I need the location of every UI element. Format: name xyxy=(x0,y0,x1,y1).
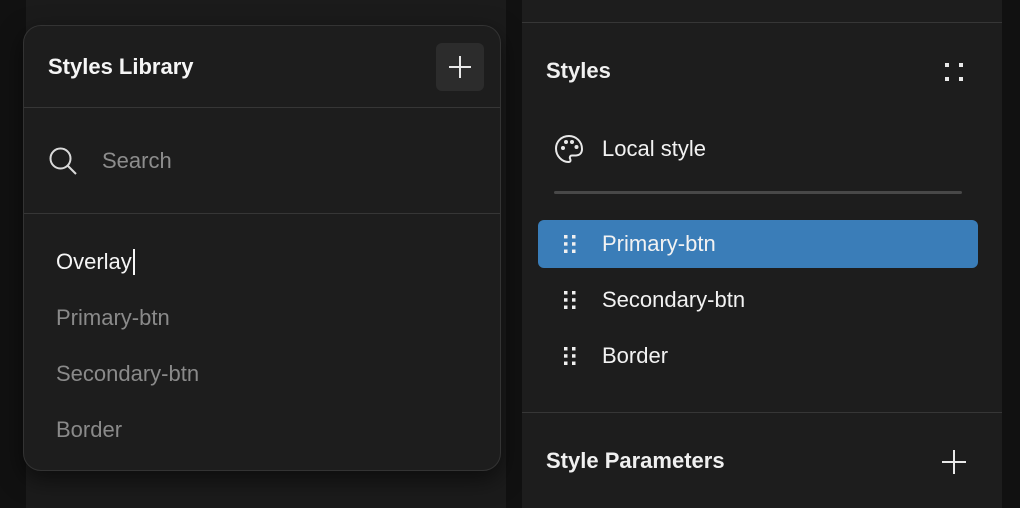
search-input[interactable] xyxy=(102,147,442,174)
drag-handle-icon[interactable] xyxy=(562,346,578,366)
styles-library-popover: Styles Library Overlay Primary-btn Se xyxy=(23,25,501,471)
styles-title: Styles xyxy=(546,58,611,83)
styles-panel: Styles Local style Primary-btn Secondary… xyxy=(522,0,1002,508)
suggestion-label: Primary-btn xyxy=(56,305,170,330)
text-caret xyxy=(132,249,135,275)
style-item-label: Border xyxy=(602,343,669,368)
suggestion-item-secondary-btn[interactable]: Secondary-btn xyxy=(24,346,500,402)
suggestion-item-overlay[interactable]: Overlay xyxy=(24,234,500,290)
plus-icon[interactable] xyxy=(940,448,968,476)
suggestion-item-border[interactable]: Border xyxy=(24,402,500,458)
style-item-secondary-btn[interactable]: Secondary-btn xyxy=(538,276,978,324)
top-divider xyxy=(522,22,1002,23)
suggestion-label: Secondary-btn xyxy=(56,361,200,386)
suggestion-label: Overlay xyxy=(56,249,132,274)
local-style-label: Local style xyxy=(602,136,706,161)
style-parameters-title: Style Parameters xyxy=(546,448,725,473)
style-item-primary-btn[interactable]: Primary-btn xyxy=(538,220,978,268)
search-icon xyxy=(49,147,77,175)
search-row xyxy=(24,108,500,214)
add-style-button[interactable] xyxy=(436,42,484,91)
style-item-border[interactable]: Border xyxy=(538,332,978,380)
popover-title: Styles Library xyxy=(48,53,194,79)
plus-icon xyxy=(449,55,471,78)
app-stage: Width 480 PX Styles Library Overlay xyxy=(0,0,1020,508)
style-suggestion-list: Overlay Primary-btn Secondary-btn Border xyxy=(24,214,500,458)
grid-dots-icon[interactable] xyxy=(940,58,968,86)
suggestion-item-primary-btn[interactable]: Primary-btn xyxy=(24,290,500,346)
local-style-divider xyxy=(554,191,962,194)
popover-header: Styles Library xyxy=(24,26,500,108)
style-list: Primary-btn Secondary-btn Border xyxy=(538,220,978,388)
drag-handle-icon[interactable] xyxy=(562,234,578,254)
local-style-row[interactable]: Local style xyxy=(554,134,706,164)
style-item-label: Primary-btn xyxy=(602,231,716,256)
style-item-label: Secondary-btn xyxy=(602,287,746,312)
drag-handle-icon[interactable] xyxy=(562,290,578,310)
suggestion-label: Border xyxy=(56,417,123,442)
section-divider xyxy=(522,412,1002,413)
palette-icon xyxy=(555,135,583,163)
